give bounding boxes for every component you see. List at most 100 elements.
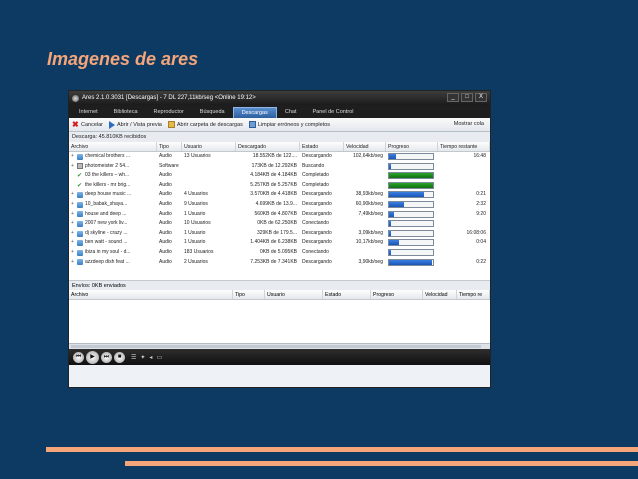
progress-bar: [388, 229, 434, 237]
playlist-icon[interactable]: ☰: [131, 354, 136, 361]
progress-fill: [389, 249, 391, 255]
audio-file-icon: [77, 230, 83, 237]
preview-button[interactable]: Abrir / Vista previa: [109, 120, 162, 129]
cell-time: 16:08:06: [466, 229, 486, 236]
cancel-label: Cancelar: [81, 121, 104, 128]
col-tipo[interactable]: Tipo: [157, 142, 182, 151]
minimize-button[interactable]: _: [447, 93, 459, 102]
file-name: dj skyline - crazy ...: [85, 229, 128, 236]
downloads-toolbar: ✖ Cancelar Abrir / Vista previa Abrir ca…: [69, 118, 490, 132]
up-col-tiempo[interactable]: Tiempo re: [457, 290, 490, 299]
clean-icon: [248, 121, 256, 128]
maximize-button[interactable]: □: [461, 93, 473, 102]
download-row[interactable]: + house and deep ... Audio 1 Usuario 560KB d…: [69, 210, 490, 220]
up-col-archivo[interactable]: Archivo: [69, 290, 233, 299]
cell-time: [438, 181, 490, 191]
play-button-icon[interactable]: ▶: [86, 350, 99, 364]
tab-internet[interactable]: Internet: [71, 107, 106, 118]
progress-fill: [389, 259, 433, 265]
download-row[interactable]: + chemical brothers ... Audio 13 Usuarios 18…: [69, 152, 490, 162]
cell-progress: [386, 200, 438, 210]
download-row[interactable]: +10_babak_shaya... Audio 9 Usuarios 4.699KB…: [69, 200, 490, 210]
progress-bar: [388, 172, 434, 180]
scrollbar-thumb[interactable]: [71, 345, 481, 348]
tab-busqueda[interactable]: Búsqueda: [192, 107, 233, 118]
up-col-estado[interactable]: Estado: [323, 290, 371, 299]
cell-speed: 3,09kb/seg: [358, 229, 383, 236]
volume-icon[interactable]: ◂: [149, 354, 152, 361]
progress-fill: [389, 182, 433, 188]
download-row[interactable]: ✔ the killers - mr brig... Audio 5.257KB de…: [69, 181, 490, 191]
col-estado[interactable]: Estado: [300, 142, 344, 151]
up-col-progreso[interactable]: Progreso: [371, 290, 423, 299]
main-tabs: Internet Biblioteca Reproductor Búsqueda…: [69, 105, 490, 118]
progress-bar: [388, 162, 434, 170]
next-icon[interactable]: ⏭: [101, 351, 112, 363]
download-row[interactable]: + ben watt - sound ... Audio 1 Usuario 1.404…: [69, 238, 490, 248]
col-velocidad[interactable]: Velocidad: [344, 142, 386, 151]
cell-user: [182, 171, 236, 181]
up-col-usuario[interactable]: Usuario: [265, 290, 323, 299]
tab-biblioteca[interactable]: Biblioteca: [106, 107, 146, 118]
window-icon[interactable]: ▭: [156, 354, 162, 361]
col-descargado[interactable]: Descargado: [236, 142, 300, 151]
progress-bar: [388, 239, 434, 247]
tab-reproductor[interactable]: Reproductor: [146, 107, 192, 118]
cell-status: Conectando: [302, 220, 329, 227]
close-button[interactable]: X: [475, 93, 487, 102]
cell-type: Audio: [159, 248, 172, 255]
cell-downloaded: 329KB de 179.5...: [256, 229, 297, 236]
show-queue-button[interactable]: Mostrar cola: [454, 121, 484, 127]
cell-type: Audio: [159, 200, 172, 207]
check-icon: ✔: [77, 182, 83, 189]
ares-logo-icon: [72, 94, 79, 102]
clean-button[interactable]: Limpiar erróneos y completos: [248, 121, 330, 128]
cell-type: Audio: [159, 210, 172, 217]
progress-bar: [388, 248, 434, 256]
cell-user: 2 Usuarios: [184, 258, 208, 265]
download-row[interactable]: ✔ 03 the killers – wh... Audio 4.184KB de 4…: [69, 171, 490, 181]
file-name: house and deep ...: [85, 210, 127, 217]
cell-time: [438, 162, 490, 172]
tab-descargas[interactable]: Descargas: [232, 107, 277, 118]
tab-chat[interactable]: Chat: [277, 107, 305, 118]
download-row[interactable]: +2007 new york liv... Audio 10 Usuarios 0KB…: [69, 219, 490, 229]
cell-user: [182, 162, 236, 172]
cell-speed: [344, 162, 386, 172]
cell-progress: [386, 248, 438, 258]
cell-file: +2007 new york liv...: [69, 219, 157, 229]
cell-status: Buscando: [302, 162, 325, 169]
download-row[interactable]: + photomeister 2 54... Software 173KB de 12…: [69, 162, 490, 172]
stop-icon[interactable]: ■: [114, 351, 125, 363]
cell-file: + azzdeep dish feat ...: [69, 258, 157, 268]
cell-file: + dj skyline - crazy ...: [69, 229, 157, 239]
col-archivo[interactable]: Archivo: [69, 142, 157, 151]
up-col-tipo[interactable]: Tipo: [233, 290, 265, 299]
horizontal-scrollbar[interactable]: [69, 343, 490, 349]
audio-file-icon: [77, 192, 83, 199]
up-col-velocidad[interactable]: Velocidad: [423, 290, 457, 299]
window-titlebar[interactable]: Ares 2.1.0.3031 [Descargas] - 7 DL 227,1…: [69, 91, 490, 105]
cell-time: 0:22: [476, 258, 486, 265]
decorative-bar-top: [46, 447, 638, 452]
download-row[interactable]: + ibiza in my soul - d... Audio 183 Usuario…: [69, 248, 490, 258]
cell-time: 2:32: [476, 200, 486, 207]
col-usuario[interactable]: Usuario: [182, 142, 236, 151]
previous-icon[interactable]: ⏮: [73, 351, 84, 363]
cancel-button[interactable]: ✖ Cancelar: [72, 121, 104, 129]
download-row[interactable]: + dj skyline - crazy ... Audio 1 Usuario 329…: [69, 229, 490, 239]
cell-status: Descargando: [302, 258, 332, 265]
download-row[interactable]: + azzdeep dish feat ... Audio 2 Usuarios 7.2…: [69, 258, 490, 268]
open-folder-button[interactable]: Abrir carpeta de descargas: [167, 121, 243, 128]
download-row[interactable]: + deep house music ... Audio 4 Usuarios 3.57…: [69, 190, 490, 200]
progress-bar: [388, 191, 434, 199]
cell-type: Software: [159, 162, 179, 169]
cell-downloaded: 4.184KB de 4.184KB: [250, 172, 297, 179]
file-name: ben watt - sound ...: [85, 239, 128, 246]
shuffle-icon[interactable]: ✦: [140, 354, 145, 361]
cell-type: Audio: [159, 191, 172, 198]
tab-panel-de-control[interactable]: Panel de Control: [305, 107, 362, 118]
col-tiempo[interactable]: Tiempo restante: [438, 142, 490, 151]
cell-progress: [386, 238, 438, 248]
col-progreso[interactable]: Progreso: [386, 142, 438, 151]
